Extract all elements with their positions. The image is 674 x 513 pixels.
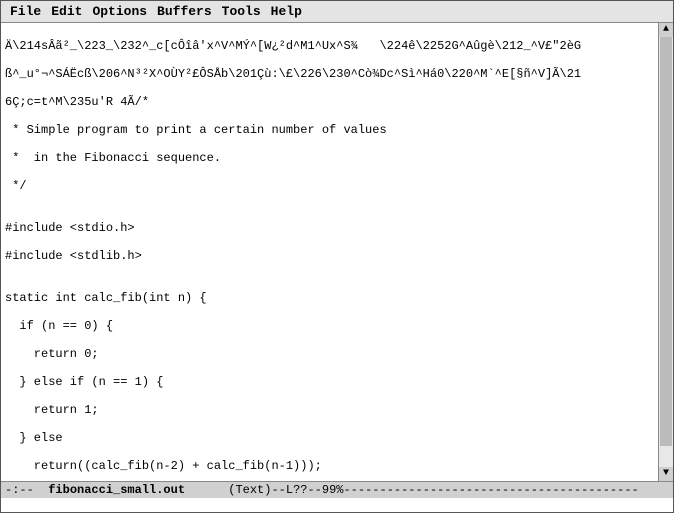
scrollbar[interactable]: ▲ ▼ [658, 23, 673, 481]
code-line: #include <stdlib.h> [5, 249, 669, 263]
code-line: */ [5, 179, 669, 193]
minibuffer[interactable] [1, 498, 673, 512]
code-line: return 1; [5, 403, 669, 417]
scroll-thumb[interactable] [660, 37, 672, 446]
code-line: * in the Fibonacci sequence. [5, 151, 669, 165]
code-line: #include <stdio.h> [5, 221, 669, 235]
modeline: -:-- fibonacci_small.out (Text)--L??--99… [1, 481, 673, 498]
content-wrap: Ä\214sÂã²_\223_\232^_c[cÔîâ'x^V^MÝ^[W¿²d… [1, 23, 673, 481]
modeline-prefix: -:-- [5, 483, 41, 497]
modeline-mode: (Text)--L??--99% [192, 483, 343, 497]
scroll-up-icon[interactable]: ▲ [659, 23, 673, 37]
code-line: return 0; [5, 347, 669, 361]
menu-help[interactable]: Help [268, 3, 305, 20]
code-line: 6Ç;c=t^M\235u'R 4Ã/* [5, 95, 669, 109]
menu-options[interactable]: Options [89, 3, 150, 20]
emacs-window: File Edit Options Buffers Tools Help Ä\2… [0, 0, 674, 513]
code-line: ß^_u°¬^SÁËcß\206^N³²X^OÙY²£ÔSÅb\201Çù:\£… [5, 67, 669, 81]
code-line: * Simple program to print a certain numb… [5, 123, 669, 137]
code-line: if (n == 0) { [5, 319, 669, 333]
scroll-track[interactable] [659, 37, 673, 467]
scroll-down-icon[interactable]: ▼ [659, 467, 673, 481]
menubar: File Edit Options Buffers Tools Help [1, 1, 673, 23]
code-line: static int calc_fib(int n) { [5, 291, 669, 305]
menu-tools[interactable]: Tools [219, 3, 264, 20]
code-line: } else [5, 431, 669, 445]
menu-buffers[interactable]: Buffers [154, 3, 215, 20]
modeline-filename: fibonacci_small.out [41, 483, 192, 497]
code-line: Ä\214sÂã²_\223_\232^_c[cÔîâ'x^V^MÝ^[W¿²d… [5, 39, 669, 53]
modeline-trail: ----------------------------------------… [343, 483, 638, 497]
code-line: } else if (n == 1) { [5, 375, 669, 389]
menu-edit[interactable]: Edit [48, 3, 85, 20]
text-buffer[interactable]: Ä\214sÂã²_\223_\232^_c[cÔîâ'x^V^MÝ^[W¿²d… [1, 23, 673, 481]
menu-file[interactable]: File [7, 3, 44, 20]
code-line: return((calc_fib(n-2) + calc_fib(n-1))); [5, 459, 669, 473]
